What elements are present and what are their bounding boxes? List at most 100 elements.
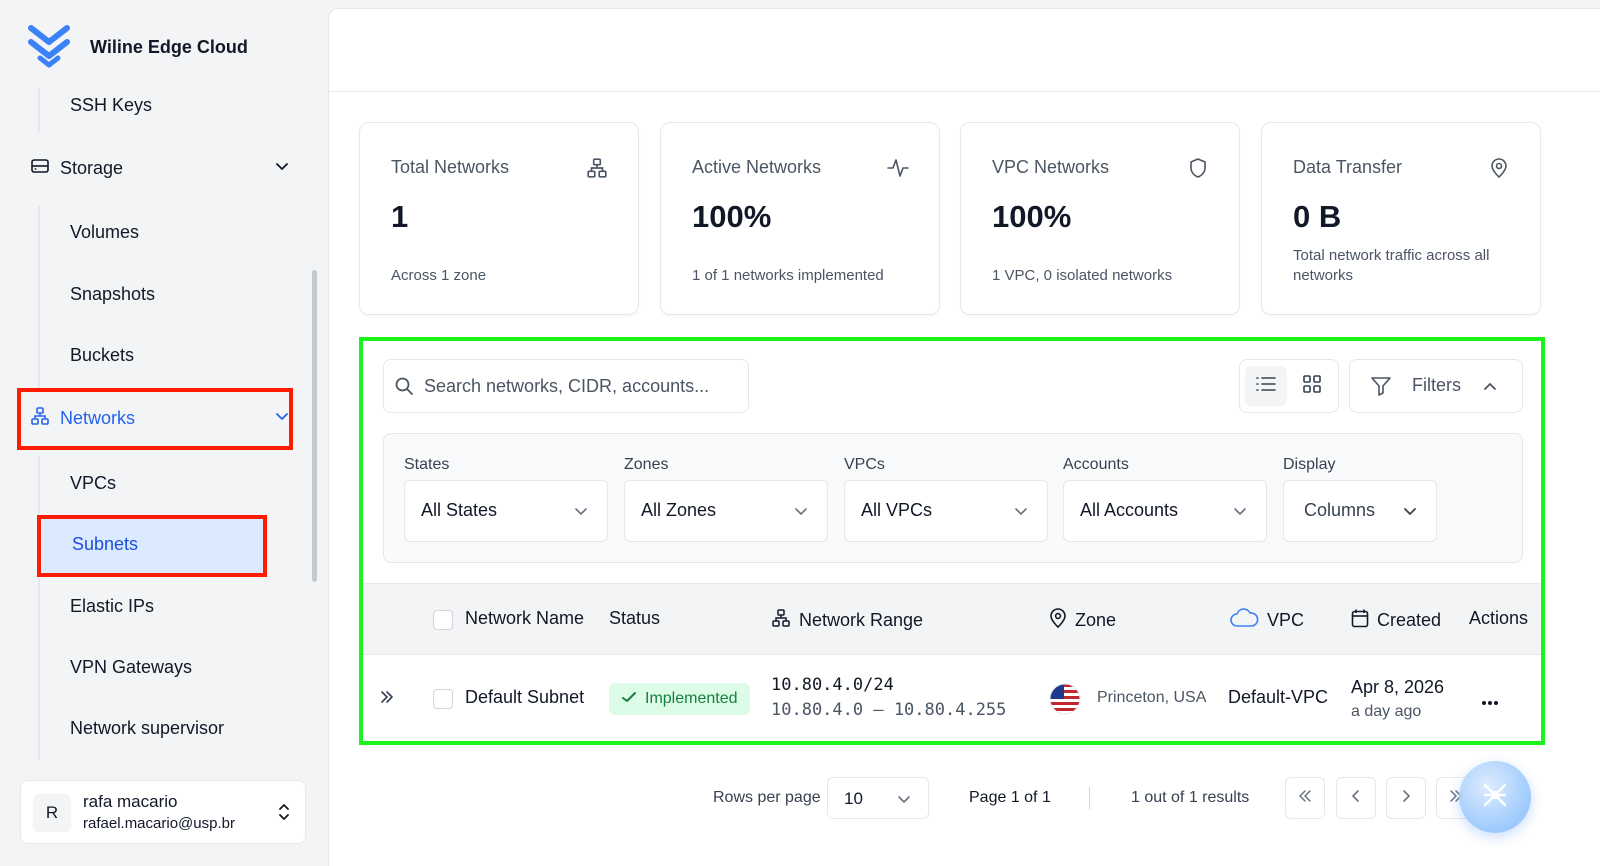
column-label: Created	[1377, 610, 1442, 630]
sidebar-item-elastic-ips[interactable]: Elastic IPs	[70, 596, 154, 617]
main-content: Total Networks 1 Across 1 zone Active Ne…	[328, 8, 1600, 866]
sidebar-item-vpcs[interactable]: VPCs	[70, 473, 116, 494]
chevron-right-icon	[1398, 788, 1414, 809]
user-name: rafa macario	[83, 792, 178, 811]
vpcs-select[interactable]: All VPCs	[844, 480, 1048, 542]
table-row[interactable]: Default Subnet Implemented 10.80.4.0/24 …	[363, 655, 1541, 741]
stat-value: 0 B	[1293, 199, 1342, 234]
status-badge: Implemented	[609, 683, 750, 715]
search-icon	[394, 376, 414, 401]
more-actions-icon[interactable]	[1481, 693, 1499, 711]
app-root: Wiline Edge Cloud SSH Keys Storage Volum…	[0, 0, 1600, 866]
list-view-button[interactable]	[1245, 366, 1287, 406]
select-value: Columns	[1304, 500, 1376, 520]
stat-sub: Across 1 zone	[391, 267, 487, 284]
select-all-checkbox[interactable]	[433, 610, 453, 630]
view-toggle	[1239, 359, 1339, 413]
sidebar-item-vpn-gateways[interactable]: VPN Gateways	[70, 657, 192, 678]
stat-sub: 1 of 1 networks implemented	[692, 267, 884, 284]
rows-per-page-label: Rows per page	[713, 789, 821, 806]
list-icon	[1256, 375, 1276, 398]
states-select[interactable]: All States	[404, 480, 608, 542]
status-label: Implemented	[645, 690, 738, 707]
sidebar-item-network-supervisor[interactable]: Network supervisor	[70, 718, 224, 739]
sidebar-item-buckets[interactable]: Buckets	[70, 345, 134, 366]
filter-label-states: States	[404, 456, 450, 473]
column-created[interactable]: Created	[1351, 608, 1441, 633]
nav-rail	[38, 206, 40, 390]
filter-label-accounts: Accounts	[1063, 456, 1129, 473]
user-email: rafael.macario@usp.br	[83, 815, 235, 832]
search-input[interactable]	[424, 372, 734, 400]
search-box[interactable]	[383, 359, 749, 413]
rows-per-page-select[interactable]: 10	[827, 777, 929, 819]
sidebar-scrollbar[interactable]	[312, 270, 317, 582]
column-actions: Actions	[1469, 608, 1528, 629]
map-pin-icon	[1488, 157, 1510, 184]
assistant-button[interactable]	[1459, 761, 1531, 833]
wiline-logo-icon	[28, 22, 70, 73]
activity-icon	[887, 157, 909, 184]
first-page-button[interactable]	[1285, 777, 1325, 819]
column-zone[interactable]: Zone	[1049, 608, 1116, 633]
zones-select[interactable]: All Zones	[624, 480, 828, 542]
chevron-down-icon	[896, 791, 912, 812]
select-value: All Accounts	[1080, 500, 1179, 520]
sidebar-group-storage[interactable]: Storage	[30, 156, 290, 181]
grid-view-button[interactable]	[1291, 366, 1333, 406]
network-cidr: 10.80.4.0/24	[771, 675, 894, 695]
chevron-down-icon	[1402, 503, 1418, 524]
vpc-name[interactable]: Default-VPC	[1228, 687, 1328, 708]
accounts-select[interactable]: All Accounts	[1063, 480, 1267, 542]
stat-title: Data Transfer	[1293, 157, 1403, 177]
chevron-down-icon	[1013, 503, 1029, 524]
row-checkbox[interactable]	[433, 689, 453, 709]
filter-label-zones: Zones	[624, 456, 669, 473]
brand[interactable]: Wiline Edge Cloud	[28, 22, 248, 73]
cloud-icon	[1229, 608, 1259, 633]
sidebar-item-ssh-keys[interactable]: SSH Keys	[70, 95, 152, 116]
zone-name: Princeton, USA	[1097, 689, 1207, 706]
filter-icon	[1370, 376, 1392, 401]
stat-value: 100%	[992, 199, 1072, 234]
filter-label-vpcs: VPCs	[844, 456, 885, 473]
filters-label: Filters	[1412, 375, 1461, 395]
column-network-name[interactable]: Network Name	[465, 608, 584, 629]
filter-label-display: Display	[1283, 456, 1336, 473]
previous-page-button[interactable]	[1336, 777, 1376, 819]
created-relative: a day ago	[1351, 703, 1422, 720]
stat-title: Active Networks	[692, 157, 822, 177]
sidebar-item-volumes[interactable]: Volumes	[70, 222, 139, 243]
network-name[interactable]: Default Subnet	[465, 687, 584, 708]
map-pin-icon	[1049, 608, 1067, 633]
results-count: 1 out of 1 results	[1131, 789, 1250, 806]
column-label: Network Name	[465, 608, 585, 628]
sidebar-item-snapshots[interactable]: Snapshots	[70, 284, 155, 305]
next-page-button[interactable]	[1386, 777, 1426, 819]
calendar-icon	[1351, 608, 1369, 633]
sidebar-group-networks[interactable]: Networks	[30, 406, 290, 431]
expand-row-icon[interactable]	[379, 689, 395, 710]
column-status[interactable]: Status	[609, 608, 660, 629]
network-icon	[30, 406, 50, 431]
column-vpc[interactable]: VPC	[1229, 608, 1304, 633]
pagination-divider	[1089, 787, 1090, 809]
chevron-down-icon	[573, 503, 589, 524]
chevrons-up-down-icon	[277, 801, 291, 828]
columns-select[interactable]: Columns	[1283, 480, 1437, 542]
page-indicator: Page 1 of 1	[969, 789, 1051, 806]
network-icon	[586, 157, 608, 184]
sidebar-item-subnets[interactable]: Subnets	[72, 534, 138, 555]
user-menu[interactable]: R rafa macario rafael.macario@usp.br	[20, 780, 306, 844]
select-value: All Zones	[641, 500, 717, 520]
stat-card-vpc-networks: VPC Networks 100% 1 VPC, 0 isolated netw…	[960, 122, 1240, 315]
column-network-range[interactable]: Network Range	[771, 608, 923, 633]
grid-icon	[1302, 374, 1322, 399]
us-flag-icon	[1049, 683, 1081, 720]
select-value: All VPCs	[861, 500, 933, 520]
column-label: Zone	[1075, 610, 1117, 630]
column-label: Network Range	[799, 610, 924, 630]
storage-icon	[30, 156, 50, 181]
stat-card-data-transfer: Data Transfer 0 B Total network traffic …	[1261, 122, 1541, 315]
filters-button[interactable]: Filters	[1349, 359, 1523, 413]
